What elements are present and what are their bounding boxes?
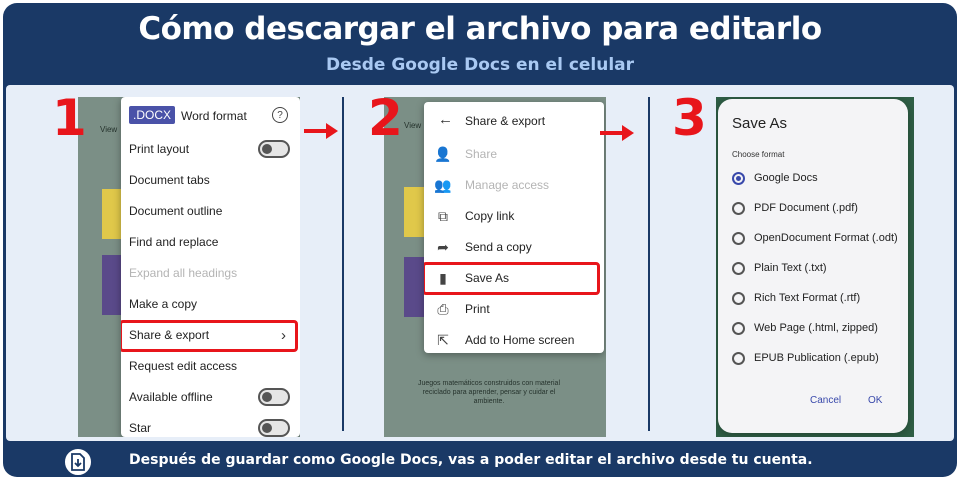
menu-item-label: Expand all headings [129, 266, 238, 280]
radio-button[interactable] [732, 352, 745, 365]
format-option-label: OpenDocument Format (.odt) [754, 232, 898, 244]
format-option-label: Web Page (.html, zipped) [754, 322, 878, 334]
divider [648, 97, 650, 431]
divider [342, 97, 344, 431]
format-option[interactable]: OpenDocument Format (.odt) [718, 231, 908, 247]
menu-item[interactable]: ⇱ Add to Home screen [424, 325, 604, 353]
menu-item: 👥 Manage access [424, 170, 604, 200]
infographic-frame: Cómo descargar el archivo para editarlo … [3, 3, 957, 477]
format-option[interactable]: Google Docs [718, 171, 908, 187]
menu-item-label: Copy link [465, 209, 515, 223]
footer: Después de guardar como Google Docs, vas… [3, 443, 957, 477]
steps-panel: View .DOCX Word format ? Print layout Doc… [6, 85, 954, 441]
menu-item-label: Document tabs [129, 173, 210, 187]
menu-item[interactable]: ⧉ Copy link [424, 201, 604, 231]
header: Cómo descargar el archivo para editarlo … [3, 3, 957, 83]
share-arrow-icon: ➦ [437, 238, 449, 255]
page-title: Cómo descargar el archivo para editarlo [138, 11, 822, 47]
docx-badge: .DOCX [129, 106, 175, 124]
step-number: 1 [52, 89, 87, 147]
step3-screenshot: Save As Choose format Google Docs PDF Doc… [716, 97, 914, 437]
format-option-label: PDF Document (.pdf) [754, 202, 858, 214]
menu-item-label: Document outline [129, 204, 223, 218]
toggle-switch[interactable] [258, 419, 290, 437]
doc-view-label: View [100, 125, 118, 134]
menu-item[interactable]: Request edit access [121, 351, 300, 381]
cancel-button[interactable]: Cancel [810, 395, 841, 406]
overflow-menu: .DOCX Word format ? Print layout Document… [121, 97, 300, 437]
doc-caption: Juegos matemáticos construidos con mater… [417, 380, 560, 405]
step2-screenshot: View Juegos matemáticos construidos con … [384, 97, 606, 437]
menu-item-label: Add to Home screen [465, 333, 575, 347]
highlight-box [424, 262, 600, 295]
choose-format-label: Choose format [732, 150, 785, 159]
radio-button[interactable] [732, 232, 745, 245]
menu-item[interactable]: Document outline [121, 196, 300, 226]
step1-screenshot: View .DOCX Word format ? Print layout Doc… [78, 97, 300, 437]
download-file-icon [63, 447, 93, 477]
menu-item[interactable]: Star [121, 413, 300, 437]
menu-item-label: Star [129, 421, 152, 435]
format-option-label: Google Docs [754, 172, 818, 184]
menu-item[interactable]: ➦ Send a copy [424, 232, 604, 262]
menu-item-label: Share [465, 147, 498, 161]
format-option[interactable]: Plain Text (.txt) [718, 261, 908, 277]
radio-button[interactable] [732, 172, 745, 185]
format-option[interactable]: Rich Text Format (.rtf) [718, 291, 908, 307]
person-add-icon: 👤 [434, 145, 452, 162]
menu-item-label: Send a copy [465, 240, 532, 254]
menu-item-label: Print [465, 302, 490, 316]
printer-icon: ⎙ [437, 300, 449, 317]
step-number: 2 [368, 89, 403, 147]
footer-note: Después de guardar como Google Docs, vas… [129, 452, 813, 468]
people-icon: 👥 [434, 176, 452, 193]
help-icon[interactable]: ? [272, 107, 288, 123]
word-format-label: Word format [181, 109, 247, 123]
menu-item[interactable]: Print layout [121, 134, 300, 164]
submenu-title: Share & export [465, 114, 546, 128]
toggle-switch[interactable] [258, 388, 290, 406]
format-option-label: EPUB Publication (.epub) [754, 352, 879, 364]
format-option[interactable]: PDF Document (.pdf) [718, 201, 908, 217]
save-as-dialog: Save As Choose format Google Docs PDF Doc… [718, 99, 908, 433]
format-option-label: Plain Text (.txt) [754, 262, 827, 274]
menu-item-label: Find and replace [129, 235, 219, 249]
menu-item[interactable]: Make a copy [121, 289, 300, 319]
format-option-label: Rich Text Format (.rtf) [754, 292, 861, 304]
menu-item: 👤 Share [424, 139, 604, 169]
menu-item[interactable]: Find and replace [121, 227, 300, 257]
menu-item[interactable]: Document tabs [121, 165, 300, 195]
menu-item[interactable]: ⎙ Print [424, 294, 604, 324]
copy-icon: ⧉ [438, 207, 448, 224]
back-arrow-icon[interactable]: ← [438, 111, 453, 128]
format-option[interactable]: Web Page (.html, zipped) [718, 321, 908, 337]
toggle-switch[interactable] [258, 140, 290, 158]
page-subtitle: Desde Google Docs en el celular [325, 55, 635, 75]
radio-button[interactable] [732, 322, 745, 335]
menu-item-label: Manage access [465, 178, 550, 192]
home-screen-icon: ⇱ [437, 331, 449, 348]
menu-item[interactable]: Available offline [121, 382, 300, 412]
arrow-right-icon [600, 125, 634, 141]
radio-button[interactable] [732, 262, 745, 275]
share-export-menu: ← Share & export 👤 Share 👥 Manage access ⧉ Co… [424, 102, 604, 353]
step-number: 3 [672, 89, 707, 147]
radio-button[interactable] [732, 292, 745, 305]
format-option[interactable]: EPUB Publication (.epub) [718, 351, 908, 367]
arrow-right-icon [304, 123, 338, 139]
dialog-title: Save As [732, 115, 788, 132]
menu-item[interactable]: Share & export › [121, 320, 300, 352]
menu-item-label: Print layout [129, 142, 190, 156]
ok-button[interactable]: OK [868, 395, 882, 406]
menu-item-label: Request edit access [129, 359, 238, 373]
doc-view-label: View [404, 121, 422, 130]
menu-item: Expand all headings [121, 258, 300, 288]
menu-item-label: Make a copy [129, 297, 198, 311]
highlight-box [121, 320, 298, 352]
menu-item[interactable]: ▮ Save As [424, 262, 604, 295]
radio-button[interactable] [732, 202, 745, 215]
menu-item-label: Available offline [129, 390, 213, 404]
